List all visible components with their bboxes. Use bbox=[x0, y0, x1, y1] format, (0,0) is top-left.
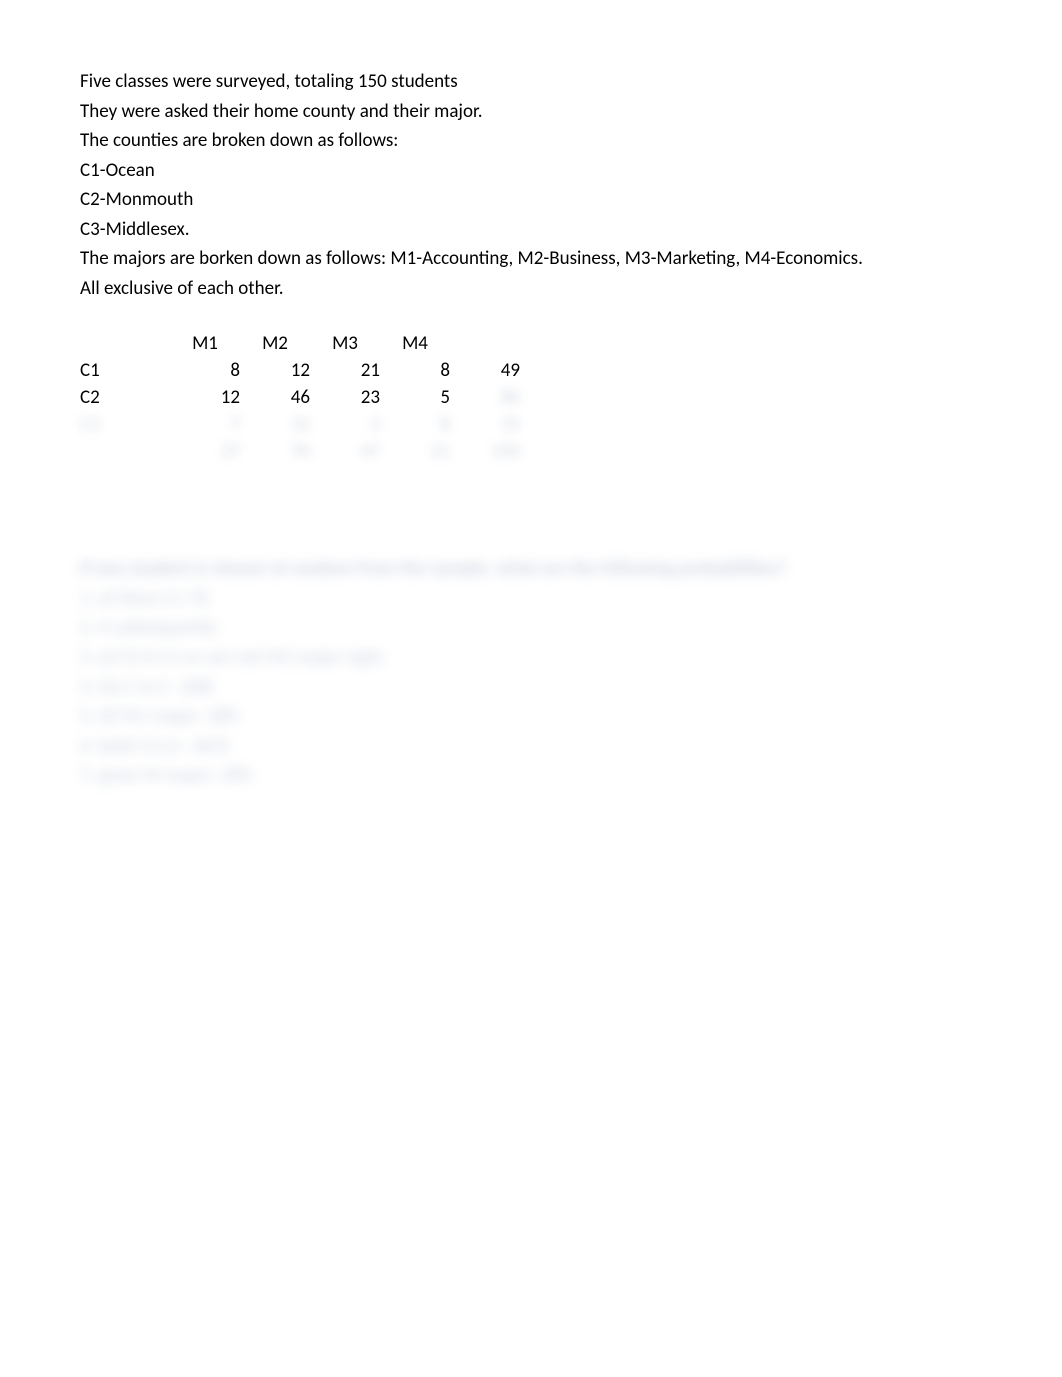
data-table: M1 M2 M3 M4 C1 8 12 21 8 49 C2 12 46 23 … bbox=[80, 330, 982, 465]
row-label bbox=[80, 438, 130, 465]
cell-value: 7 bbox=[170, 411, 240, 438]
cell-value: 8 bbox=[380, 357, 450, 384]
cell-value: 5 bbox=[380, 384, 450, 411]
question-line: 2. A subsequently bbox=[80, 614, 982, 642]
cell-value: 12 bbox=[240, 411, 310, 438]
question-line: 6. both C2 or : All 8 bbox=[80, 733, 982, 761]
col-header-m1: M1 bbox=[170, 330, 240, 357]
cell-value: 27 bbox=[170, 438, 240, 465]
col-header-m3: M3 bbox=[310, 330, 380, 357]
intro-line-3: The counties are broken down as follows: bbox=[80, 127, 982, 155]
cell-total: 150 bbox=[450, 438, 520, 465]
intro-line-2: They were asked their home county and th… bbox=[80, 98, 982, 126]
cell-value: 8 bbox=[170, 357, 240, 384]
table-row: C2 12 46 23 5 86 bbox=[80, 384, 520, 411]
intro-line-8: All exclusive of each other. bbox=[80, 275, 982, 303]
cell-value: 12 bbox=[240, 357, 310, 384]
intro-line-4: C1-Ocean bbox=[80, 157, 982, 185]
question-line: 5. Of M1 major: 18% bbox=[80, 703, 982, 731]
cell-total: 15 bbox=[450, 411, 520, 438]
row-label: C2 bbox=[80, 384, 130, 411]
cell-value: 12 bbox=[170, 384, 240, 411]
cell-value: 47 bbox=[310, 438, 380, 465]
table-row-blurred: 27 70 47 21 150 bbox=[80, 438, 520, 465]
cell-value: 21 bbox=[310, 357, 380, 384]
question-line: 3. at C2 in C1 or are not M2 major right… bbox=[80, 644, 982, 672]
cell-value: 23 bbox=[310, 384, 380, 411]
cell-value: 3 bbox=[310, 411, 380, 438]
intro-text: Five classes were surveyed, totaling 150… bbox=[80, 68, 982, 302]
question-line: 1. of them C1 ?8. bbox=[80, 585, 982, 613]
cell-total-blurred: 86 bbox=[450, 384, 520, 411]
intro-line-1: Five classes were surveyed, totaling 150… bbox=[80, 68, 982, 96]
table-row-blurred: C3 7 12 3 8 15 bbox=[80, 411, 520, 438]
intro-line-5: C2-Monmouth bbox=[80, 186, 982, 214]
cell-value: 21 bbox=[380, 438, 450, 465]
table-row: C1 8 12 21 8 49 bbox=[80, 357, 520, 384]
intro-line-7: The majors are borken down as follows: M… bbox=[80, 245, 982, 273]
question-line: 4. On C in C : 608. bbox=[80, 674, 982, 702]
cell-value: 8 bbox=[380, 411, 450, 438]
row-label: C1 bbox=[80, 357, 130, 384]
cell-total: 49 bbox=[450, 357, 520, 384]
col-header-m4: M4 bbox=[380, 330, 450, 357]
questions-blurred: If one student is chosen at random from … bbox=[80, 555, 982, 789]
question-line: 7. given M major: 18% bbox=[80, 762, 982, 790]
table-header-row: M1 M2 M3 M4 bbox=[80, 330, 520, 357]
cell-value: 70 bbox=[240, 438, 310, 465]
question-heading: If one student is chosen at random from … bbox=[80, 555, 982, 583]
intro-line-6: C3-Middlesex. bbox=[80, 216, 982, 244]
row-label: C3 bbox=[80, 411, 130, 438]
col-header-m2: M2 bbox=[240, 330, 310, 357]
cell-value: 46 bbox=[240, 384, 310, 411]
